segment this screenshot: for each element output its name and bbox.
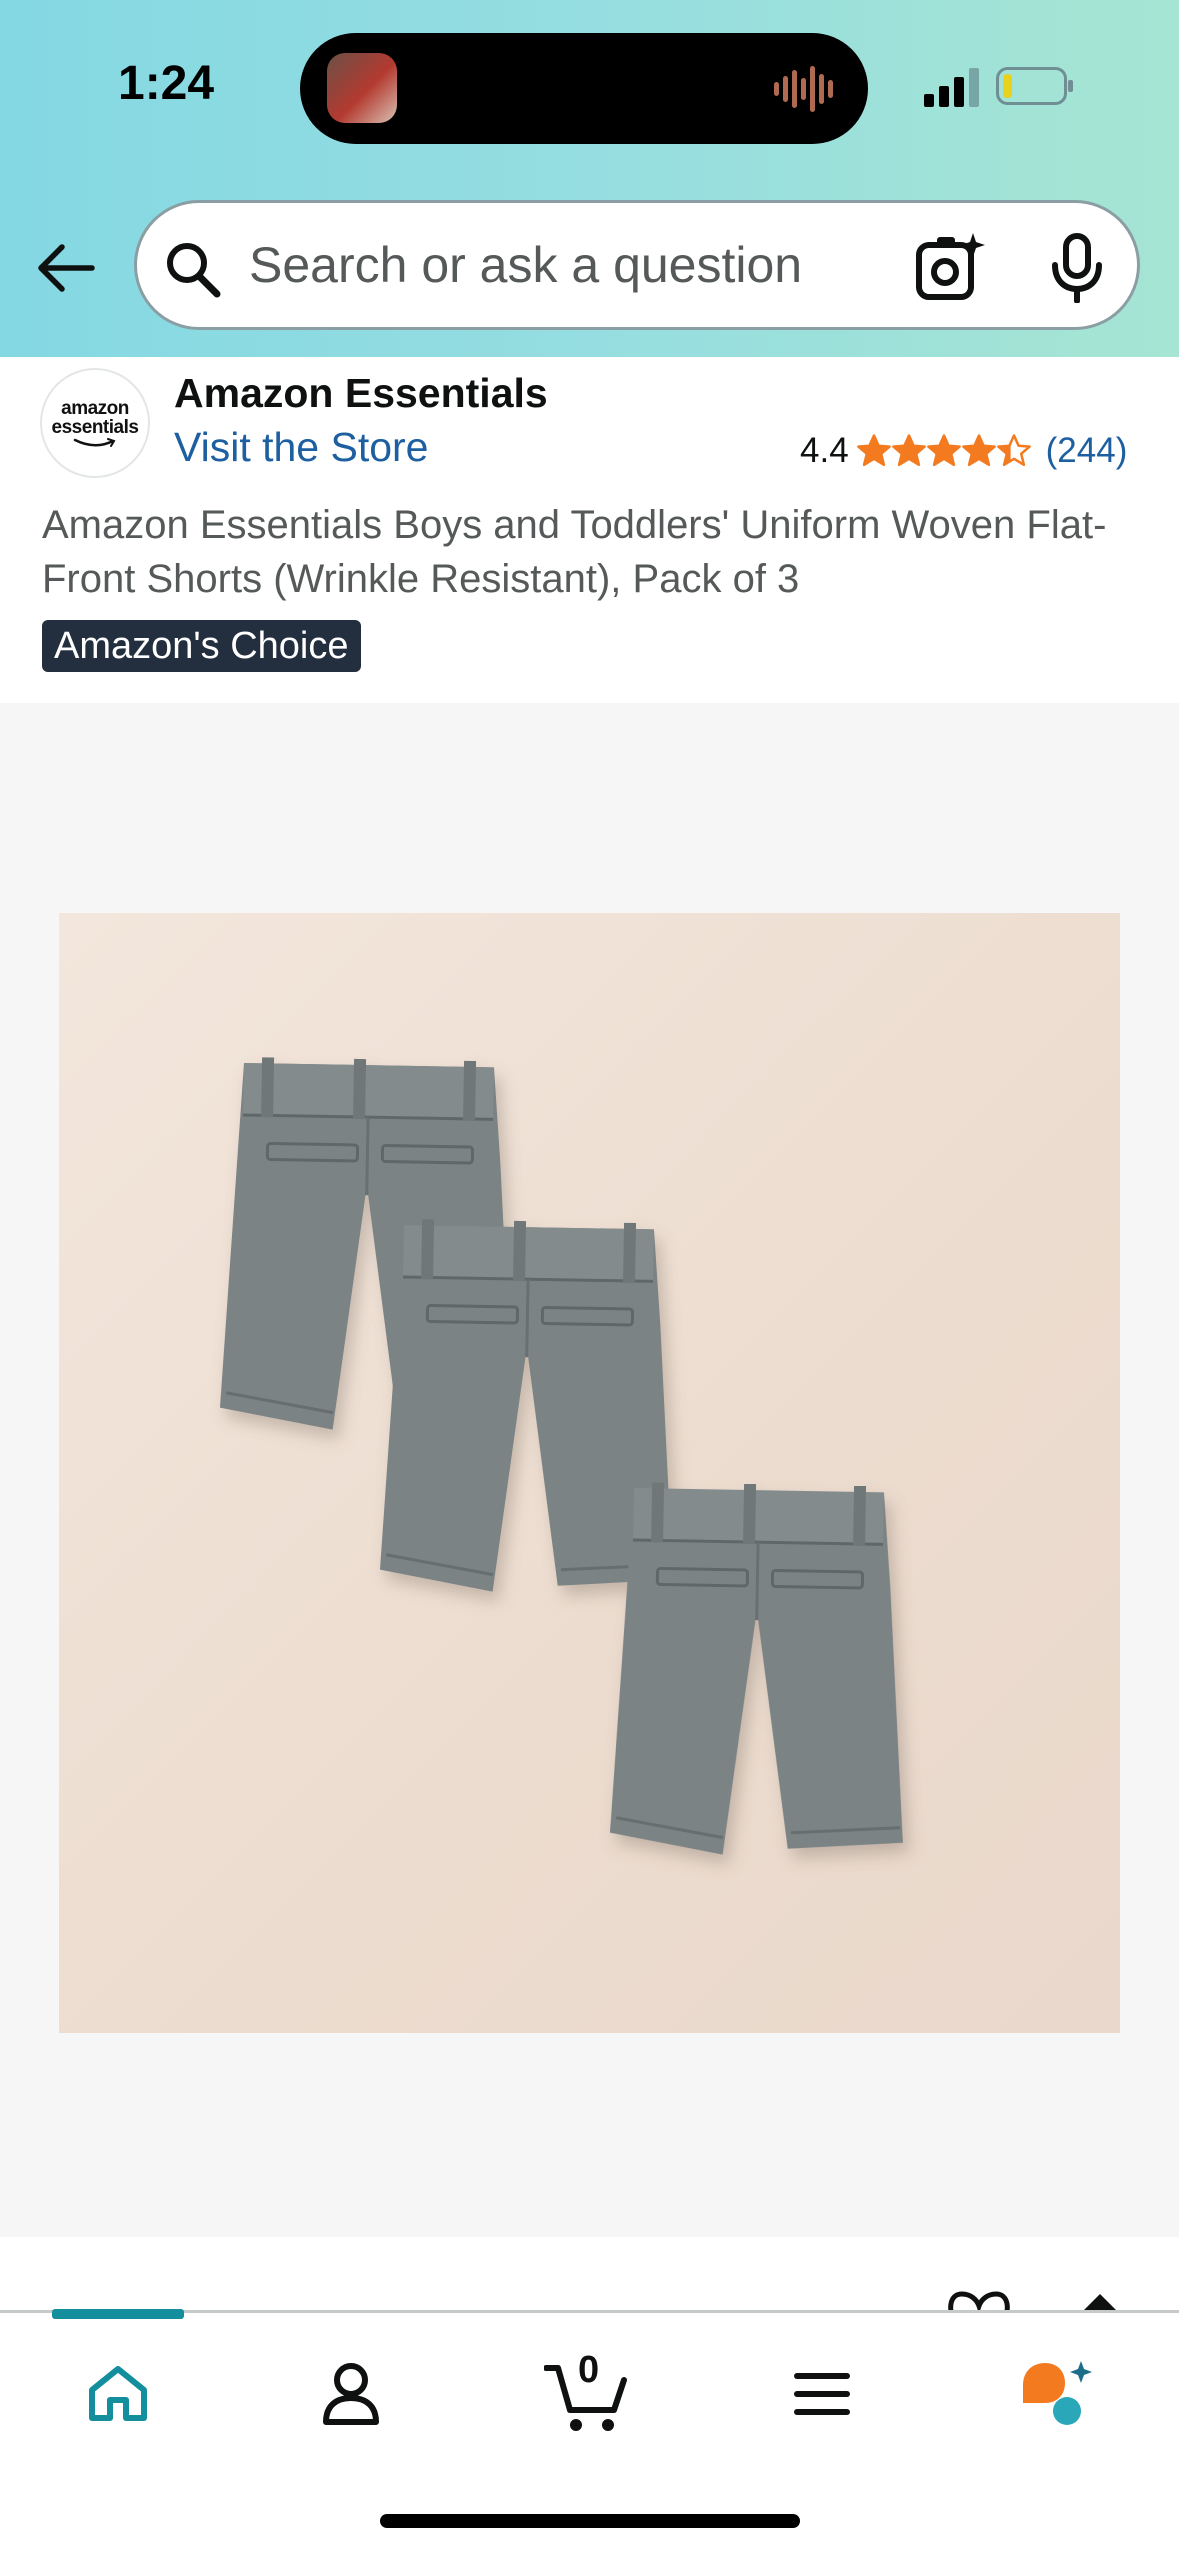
status-time: 1:24 (118, 57, 215, 110)
star-full-icon (961, 434, 996, 467)
cart-count: 0 (578, 2349, 600, 2391)
account-icon (323, 2363, 379, 2425)
dynamic-island[interactable] (300, 33, 868, 144)
nav-menu[interactable] (777, 2349, 867, 2439)
amazons-choice-badge[interactable]: Amazon's Choice (42, 620, 361, 672)
star-full-icon (891, 434, 926, 467)
brand-logo-text: essentials (51, 416, 139, 438)
microphone-icon[interactable] (1047, 233, 1107, 303)
nav-account[interactable] (306, 2349, 396, 2439)
cellular-signal-icon (924, 68, 979, 107)
search-bar[interactable] (134, 200, 1140, 330)
audio-waveform-icon (774, 66, 833, 112)
rating-count[interactable]: (244) (1046, 431, 1128, 471)
star-full-icon (926, 434, 961, 467)
back-arrow-icon (38, 244, 95, 292)
nav-cart[interactable]: 0 (541, 2349, 631, 2439)
camera-lens-icon[interactable] (915, 231, 987, 303)
product-image-gallery[interactable] (0, 703, 1179, 2237)
brand-name: Amazon Essentials (174, 370, 548, 416)
brand-logo[interactable]: amazon essentials (40, 368, 150, 478)
active-tab-indicator (52, 2309, 184, 2319)
product-title: Amazon Essentials Boys and Toddlers' Uni… (42, 503, 1107, 601)
now-playing-artwork (327, 53, 397, 123)
back-button[interactable] (34, 236, 98, 300)
home-indicator[interactable] (380, 2514, 800, 2528)
shorts-photo (218, 1055, 911, 1860)
battery-icon (996, 67, 1073, 105)
nav-home[interactable] (73, 2349, 163, 2439)
nav-rufus-assistant[interactable] (1012, 2349, 1102, 2439)
star-half-icon (996, 434, 1031, 467)
visit-store-link[interactable]: Visit the Store (174, 424, 429, 471)
menu-icon (794, 2373, 850, 2415)
rating-stars (856, 434, 1032, 468)
search-icon (167, 243, 221, 298)
home-icon (89, 2366, 147, 2421)
amazon-smile-icon (73, 437, 116, 447)
brand-logo-text: amazon (61, 397, 129, 419)
rufus-assistant-icon (1023, 2361, 1092, 2425)
star-full-icon (856, 434, 891, 467)
product-image[interactable] (59, 913, 1120, 2033)
rating-summary[interactable]: 4.4 (244) (800, 426, 1127, 476)
rating-value: 4.4 (800, 431, 849, 470)
app-header: 1:24 (0, 0, 1179, 357)
search-input[interactable] (247, 225, 947, 305)
